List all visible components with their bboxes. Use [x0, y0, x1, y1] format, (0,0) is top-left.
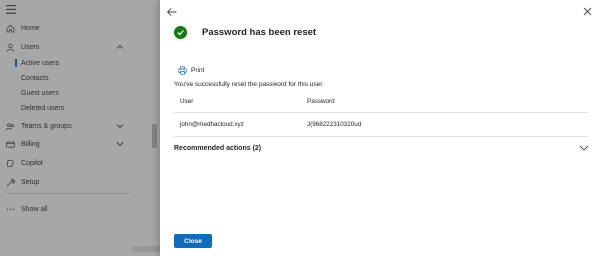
- recommended-actions-label: Recommended actions (2): [174, 144, 262, 152]
- panel-title: Password has been reset: [202, 26, 317, 38]
- printer-icon: [178, 66, 187, 75]
- chevron-down-icon[interactable]: [578, 142, 590, 154]
- table-header-divider: [174, 112, 588, 113]
- reset-password-panel: Password has been reset Print You've suc…: [160, 0, 602, 256]
- modal-overlay[interactable]: [0, 0, 160, 256]
- print-label: Print: [191, 67, 205, 74]
- success-check-icon: [174, 25, 187, 39]
- column-header-password: Password: [307, 98, 335, 105]
- table-row-divider: [174, 136, 588, 137]
- panel-header: Password has been reset: [174, 25, 316, 39]
- user-cell: john@medhacloud.xyz: [180, 121, 244, 128]
- back-arrow-icon[interactable]: [166, 6, 178, 18]
- recommended-actions-toggle[interactable]: Recommended actions (2): [174, 142, 590, 154]
- close-button[interactable]: Close: [174, 234, 212, 248]
- password-cell: J(968222310320ud: [307, 121, 362, 128]
- print-button[interactable]: Print: [178, 66, 204, 75]
- close-icon[interactable]: [582, 6, 593, 17]
- column-header-user: User: [180, 98, 194, 105]
- success-message: You've successfully reset the password f…: [174, 81, 324, 88]
